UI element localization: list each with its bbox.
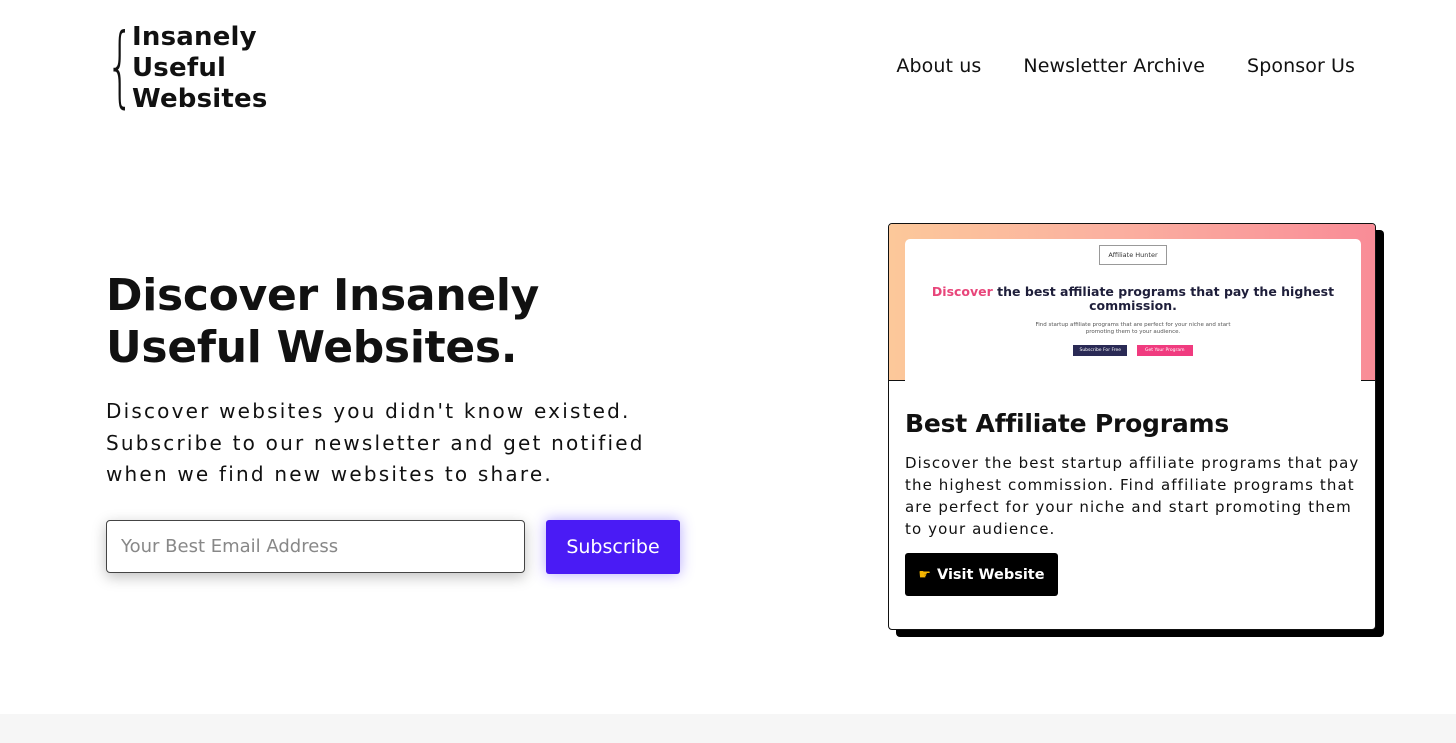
preview-buttons: Subscribe For Free Get Your Program <box>905 345 1361 356</box>
site-preview: Affiliate Hunter Discover the best affil… <box>905 239 1361 381</box>
preview-headline-highlight: Discover <box>931 284 993 299</box>
site-logo[interactable]: { Insanely Useful Websites <box>106 13 268 117</box>
card-description: Discover the best startup affiliate prog… <box>905 454 1360 538</box>
pointing-hand-icon: ☛ <box>918 566 931 583</box>
preview-description: Find startup affiliate programs that are… <box>1035 322 1231 335</box>
logo-brace: { <box>106 13 134 117</box>
visit-website-label: Visit Website <box>936 566 1045 583</box>
email-input[interactable] <box>106 520 525 573</box>
preview-program-button: Get Your Program <box>1137 345 1193 356</box>
logo-text: Insanely Useful Websites <box>132 22 268 115</box>
card-screenshot[interactable]: Affiliate Hunter Discover the best affil… <box>889 224 1375 381</box>
nav-newsletter-archive[interactable]: Newsletter Archive <box>1023 55 1205 77</box>
logo-line-2: Useful <box>132 53 227 83</box>
card-title: Best Affiliate Programs <box>905 409 1230 438</box>
preview-brand: Affiliate Hunter <box>1099 245 1167 265</box>
hero-title: Discover Insanely Useful Websites. <box>106 270 540 373</box>
logo-line-3: Websites <box>132 84 268 114</box>
nav-sponsor-us[interactable]: Sponsor Us <box>1247 55 1355 77</box>
preview-headline: Discover the best affiliate programs tha… <box>905 285 1361 313</box>
top-nav: About us Newsletter Archive Sponsor Us <box>896 55 1355 77</box>
preview-headline-rest: the best affiliate programs that pay the… <box>992 284 1335 313</box>
subscribe-button[interactable]: Subscribe <box>546 520 680 574</box>
nav-about-us[interactable]: About us <box>896 55 981 77</box>
preview-subscribe-button: Subscribe For Free <box>1073 345 1128 356</box>
footer-band <box>0 714 1456 743</box>
logo-line-1: Insanely <box>132 22 257 52</box>
featured-website-card: Affiliate Hunter Discover the best affil… <box>888 223 1376 630</box>
hero-subtitle: Discover websites you didn't know existe… <box>106 399 645 486</box>
visit-website-button[interactable]: ☛ Visit Website <box>905 553 1058 596</box>
